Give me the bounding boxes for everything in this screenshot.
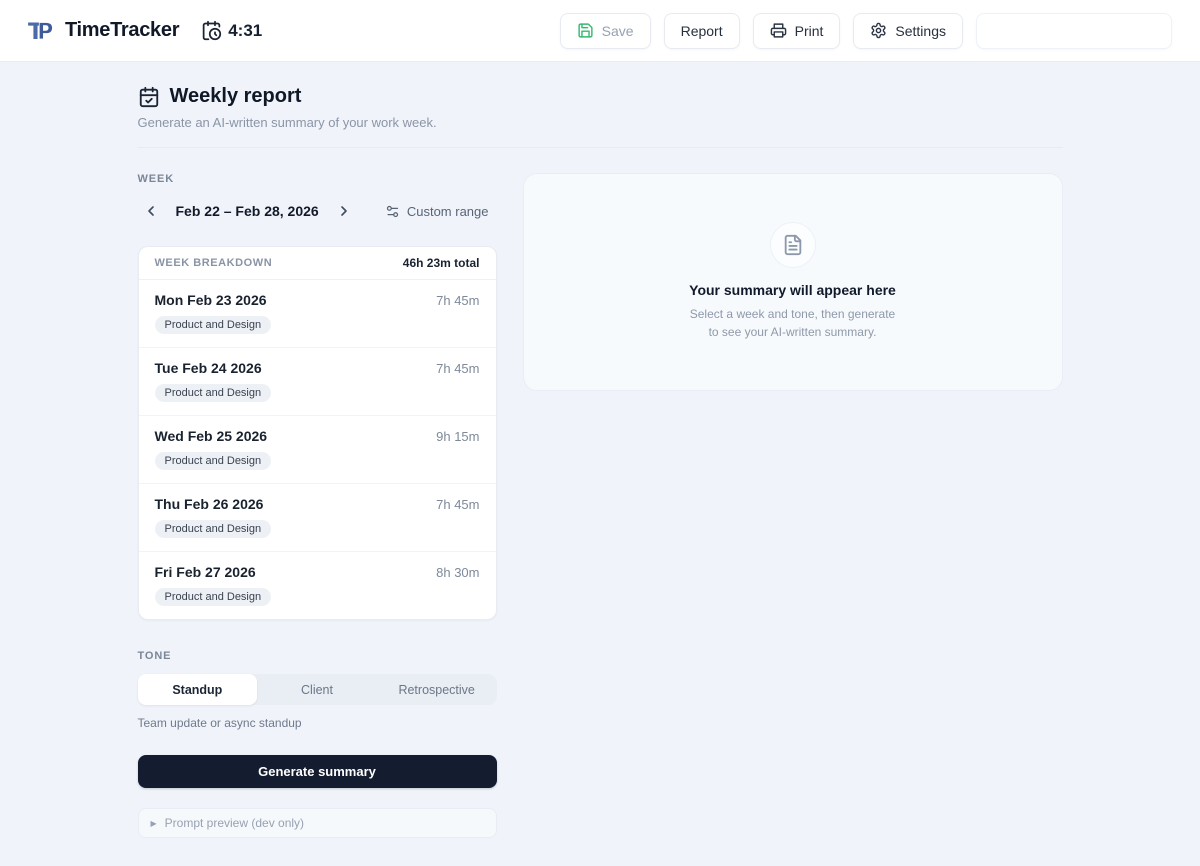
timer-value: 4:31 bbox=[228, 21, 262, 41]
header-input[interactable] bbox=[976, 13, 1172, 49]
print-button[interactable]: Print bbox=[753, 13, 841, 49]
summary-empty-title: Your summary will appear here bbox=[689, 282, 896, 298]
empty-state-icon-wrap bbox=[771, 223, 815, 267]
breakdown-label: WEEK BREAKDOWN bbox=[155, 257, 273, 269]
chevron-right-icon bbox=[336, 203, 352, 219]
settings-button[interactable]: Settings bbox=[853, 13, 963, 49]
week-range-label: Feb 22 – Feb 28, 2026 bbox=[176, 203, 319, 219]
page-subtitle: Generate an AI-written summary of your w… bbox=[138, 115, 1063, 130]
sliders-icon bbox=[385, 204, 400, 219]
breakdown-row: Fri Feb 27 2026 8h 30m Product and Desig… bbox=[139, 552, 496, 619]
page-title: Weekly report bbox=[170, 85, 302, 108]
project-tag: Product and Design bbox=[155, 384, 272, 402]
report-button[interactable]: Report bbox=[664, 13, 740, 49]
project-tag: Product and Design bbox=[155, 452, 272, 470]
summary-empty-panel: Your summary will appear here Select a w… bbox=[523, 173, 1063, 391]
week-breakdown-card: WEEK BREAKDOWN 46h 23m total Mon Feb 23 … bbox=[138, 246, 497, 620]
row-duration: 7h 45m bbox=[436, 497, 479, 512]
breakdown-header: WEEK BREAKDOWN 46h 23m total bbox=[139, 247, 496, 280]
row-duration: 7h 45m bbox=[436, 293, 479, 308]
tone-caption: Team update or async standup bbox=[138, 716, 497, 730]
tone-section-label: TONE bbox=[138, 650, 497, 662]
next-week-button[interactable] bbox=[331, 198, 357, 224]
header-divider bbox=[138, 147, 1063, 148]
printer-icon bbox=[770, 22, 787, 39]
row-date: Tue Feb 24 2026 bbox=[155, 360, 262, 376]
project-tag: Product and Design bbox=[155, 520, 272, 538]
top-bar: T P TimeTracker 4:31 Save Report Print bbox=[0, 0, 1200, 62]
calendar-check-icon bbox=[138, 86, 160, 108]
summary-empty-description: Select a week and tone, then generate to… bbox=[688, 305, 898, 341]
row-date: Wed Feb 25 2026 bbox=[155, 428, 268, 444]
breakdown-total: 46h 23m total bbox=[403, 256, 480, 270]
page-header: Weekly report bbox=[138, 85, 1063, 108]
settings-button-label: Settings bbox=[895, 23, 946, 39]
tone-tab-client[interactable]: Client bbox=[257, 674, 377, 705]
week-navigator: Feb 22 – Feb 28, 2026 Custom range bbox=[138, 198, 497, 224]
gear-icon bbox=[870, 22, 887, 39]
prompt-preview-toggle[interactable]: ▶ Prompt preview (dev only) bbox=[138, 808, 497, 838]
triangle-right-icon: ▶ bbox=[151, 819, 157, 828]
row-date: Thu Feb 26 2026 bbox=[155, 496, 264, 512]
app-title: TimeTracker bbox=[65, 19, 179, 42]
row-duration: 9h 15m bbox=[436, 429, 479, 444]
breakdown-row: Wed Feb 25 2026 9h 15m Product and Desig… bbox=[139, 416, 496, 484]
report-button-label: Report bbox=[681, 23, 723, 39]
row-duration: 7h 45m bbox=[436, 361, 479, 376]
tone-section: TONE Standup Client Retrospective Team u… bbox=[138, 650, 497, 730]
project-tag: Product and Design bbox=[155, 588, 272, 606]
breakdown-row: Mon Feb 23 2026 7h 45m Product and Desig… bbox=[139, 280, 496, 348]
report-controls-column: WEEK Feb 22 – Feb 28, 2026 Custom range bbox=[138, 173, 497, 838]
save-icon bbox=[577, 22, 594, 39]
brand: T P TimeTracker bbox=[28, 17, 179, 44]
breakdown-row: Tue Feb 24 2026 7h 45m Product and Desig… bbox=[139, 348, 496, 416]
app-logo-icon: T P bbox=[28, 17, 55, 44]
project-tag: Product and Design bbox=[155, 316, 272, 334]
tone-tab-standup[interactable]: Standup bbox=[138, 674, 258, 705]
breakdown-row: Thu Feb 26 2026 7h 45m Product and Desig… bbox=[139, 484, 496, 552]
main-content: Weekly report Generate an AI-written sum… bbox=[138, 62, 1063, 838]
calendar-clock-icon bbox=[201, 20, 222, 41]
summary-column: Your summary will appear here Select a w… bbox=[523, 173, 1063, 838]
save-button[interactable]: Save bbox=[560, 13, 651, 49]
prompt-preview-label: Prompt preview (dev only) bbox=[165, 816, 304, 830]
print-button-label: Print bbox=[795, 23, 824, 39]
custom-range-label: Custom range bbox=[407, 204, 489, 219]
row-duration: 8h 30m bbox=[436, 565, 479, 580]
tone-tab-retrospective[interactable]: Retrospective bbox=[377, 674, 497, 705]
chevron-left-icon bbox=[143, 203, 159, 219]
active-timer: 4:31 bbox=[201, 20, 262, 41]
previous-week-button[interactable] bbox=[138, 198, 164, 224]
document-icon bbox=[782, 234, 804, 256]
svg-text:P: P bbox=[37, 20, 53, 44]
row-date: Fri Feb 27 2026 bbox=[155, 564, 256, 580]
custom-range-button[interactable]: Custom range bbox=[385, 204, 489, 219]
row-date: Mon Feb 23 2026 bbox=[155, 292, 267, 308]
save-button-label: Save bbox=[602, 23, 634, 39]
tone-segmented-control: Standup Client Retrospective bbox=[138, 674, 497, 705]
week-section-label: WEEK bbox=[138, 173, 497, 185]
prompt-preview-details: ▶ Prompt preview (dev only) bbox=[138, 808, 497, 838]
generate-summary-button[interactable]: Generate summary bbox=[138, 755, 497, 788]
